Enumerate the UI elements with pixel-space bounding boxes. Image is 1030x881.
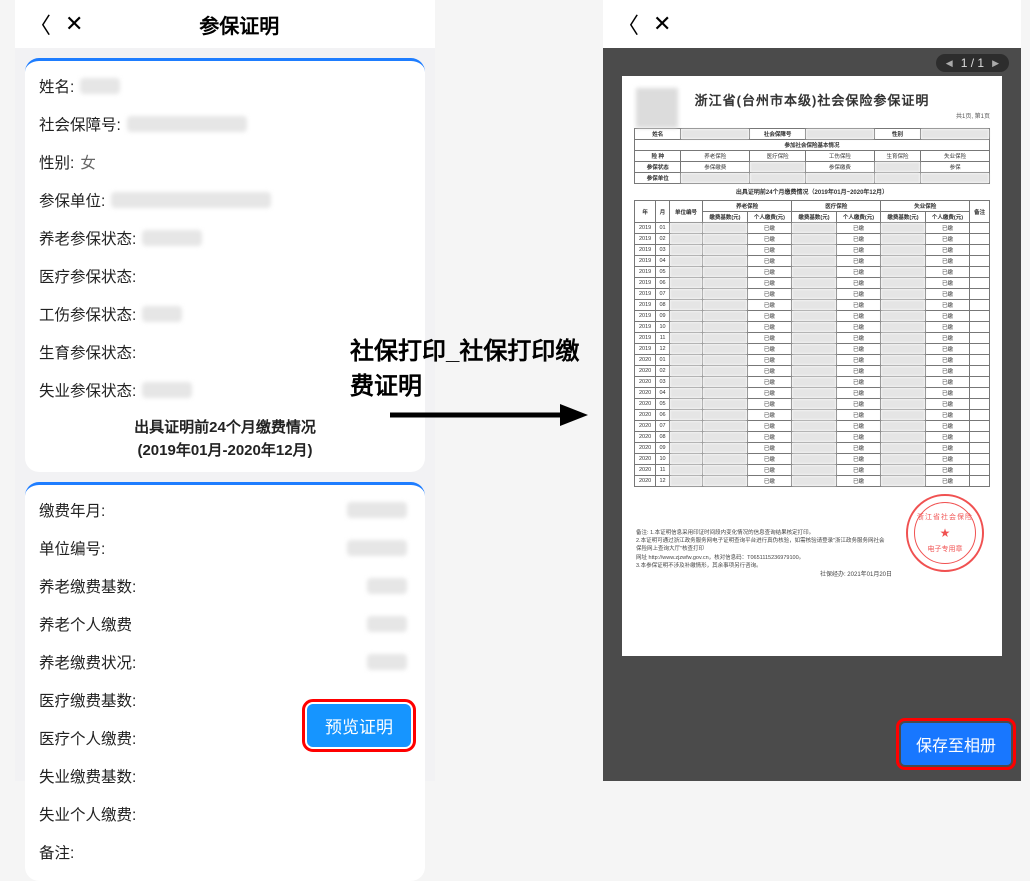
redacted-value	[142, 230, 202, 246]
payment-row: 失业个人缴费:	[39, 795, 411, 833]
field-label: 养老缴费基数:	[39, 575, 136, 597]
close-icon[interactable]: ✕	[653, 11, 671, 37]
history-title: 出具证明前24个月缴费情况（2019年01月~2020年12月）	[634, 187, 990, 196]
payment-card: 缴费年月: 单位编号: 养老缴费基数: 养老个人缴费养老缴费状况: 医疗缴费基数: 医疗个…	[25, 482, 425, 881]
payment-row: 养老缴费状况:	[39, 643, 411, 681]
field-label: 工伤参保状态:	[39, 303, 136, 325]
document-viewer: ◀ 1 / 1 ▶ 浙江省(台州市本级)社会保险参保证明 共1页, 第1页 姓名…	[603, 48, 1021, 781]
field-label: 失业个人缴费:	[39, 803, 136, 825]
payment-row: 养老缴费基数:	[39, 567, 411, 605]
preview-button[interactable]: 预览证明	[307, 704, 411, 747]
info-card: 姓名: 社会保障号: 性别: 女参保单位: 养老参保状态: 医疗参保状态: 工伤参保状态:…	[25, 58, 425, 472]
field-label: 医疗缴费基数:	[39, 689, 136, 711]
field-label: 参保单位:	[39, 189, 105, 211]
right-header: 〈 ✕	[603, 0, 1021, 48]
field-label: 社会保障号:	[39, 113, 121, 135]
field-label: 养老个人缴费	[39, 613, 132, 635]
prev-page-icon[interactable]: ◀	[946, 58, 953, 69]
redacted-value	[80, 78, 120, 94]
redacted-value	[367, 654, 407, 670]
field-label: 备注:	[39, 841, 74, 863]
close-icon[interactable]: ✕	[65, 11, 83, 37]
payment-row: 单位编号:	[39, 529, 411, 567]
redacted-value	[142, 306, 182, 322]
page-title: 参保证明	[97, 10, 421, 39]
field-label: 失业参保状态:	[39, 379, 136, 401]
page-count: 1 / 1	[961, 56, 984, 70]
card-footer: 出具证明前24个月缴费情况(2019年01月-2020年12月)	[39, 409, 411, 462]
next-page-icon[interactable]: ▶	[992, 58, 999, 69]
payment-row: 缴费年月:	[39, 491, 411, 529]
field-label: 养老参保状态:	[39, 227, 136, 249]
field-label: 单位编号:	[39, 537, 105, 559]
field-value: 女	[80, 151, 96, 173]
redacted-value	[127, 116, 247, 132]
field-label: 失业缴费基数:	[39, 765, 136, 787]
info-row: 姓名:	[39, 67, 411, 105]
redacted-value	[142, 382, 192, 398]
info-row: 社会保障号:	[39, 105, 411, 143]
field-label: 缴费年月:	[39, 499, 105, 521]
arrow-icon	[390, 400, 590, 430]
redacted-value	[347, 502, 407, 518]
right-phone-screen: 〈 ✕ ◀ 1 / 1 ▶ 浙江省(台州市本级)社会保险参保证明 共1页, 第1…	[603, 0, 1021, 781]
payment-history-table: 年月单位编号养老保险医疗保险失业保险备注缴费基数(元)个人缴费(元)缴费基数(元…	[634, 200, 990, 487]
field-label: 生育参保状态:	[39, 341, 136, 363]
redacted-value	[367, 616, 407, 632]
doc-notes: 备注: 1.本证明信息采用印证时间段内变化情况的信息查询结果核定打印。 2.本证…	[636, 529, 886, 570]
personal-info-table: 姓名社会保障号性别参加社会保险基本情况险 种养老保险医疗保险工伤保险生育保险失业…	[634, 128, 990, 184]
payment-row: 养老个人缴费	[39, 605, 411, 643]
info-row: 医疗参保状态:	[39, 257, 411, 295]
annotation-text: 社保打印_社保打印缴 费证明	[350, 335, 600, 405]
doc-page-count: 共1页, 第1页	[634, 111, 990, 120]
redacted-value	[367, 578, 407, 594]
certificate-document: 浙江省(台州市本级)社会保险参保证明 共1页, 第1页 姓名社会保障号性别参加社…	[622, 76, 1002, 656]
field-label: 医疗个人缴费:	[39, 727, 136, 749]
back-icon[interactable]: 〈	[29, 8, 51, 40]
doc-date: 社保经办: 2021年01月20日	[820, 569, 892, 578]
doc-title: 浙江省(台州市本级)社会保险参保证明	[634, 90, 990, 109]
redacted-value	[111, 192, 271, 208]
field-label: 姓名:	[39, 75, 74, 97]
info-row: 性别: 女	[39, 143, 411, 181]
page-indicator: ◀ 1 / 1 ▶	[936, 54, 1009, 72]
field-label: 医疗参保状态:	[39, 265, 136, 287]
save-to-album-button[interactable]: 保存至相册	[901, 723, 1011, 765]
left-header: 〈 ✕ 参保证明	[15, 0, 435, 48]
payment-row: 失业缴费基数:	[39, 757, 411, 795]
info-row: 工伤参保状态:	[39, 295, 411, 333]
id-photo	[636, 88, 678, 128]
field-label: 性别:	[39, 151, 74, 173]
info-row: 养老参保状态:	[39, 219, 411, 257]
official-stamp: 浙江省社会保险 ★ 电子专用章	[906, 494, 984, 572]
back-icon[interactable]: 〈	[617, 8, 639, 40]
redacted-value	[347, 540, 407, 556]
field-label: 养老缴费状况:	[39, 651, 136, 673]
payment-row: 备注:	[39, 833, 411, 871]
info-row: 参保单位:	[39, 181, 411, 219]
